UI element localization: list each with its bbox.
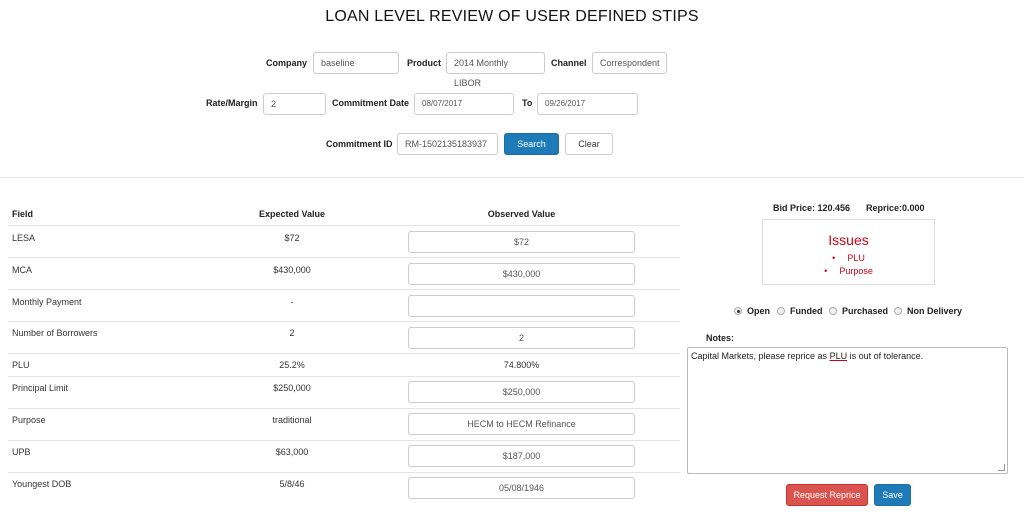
row-observed-input[interactable]: $250,000 bbox=[408, 381, 635, 403]
status-non-delivery-radio[interactable] bbox=[894, 307, 902, 315]
commitment-date-from-input[interactable]: 08/07/2017 bbox=[414, 93, 514, 115]
row-divider bbox=[8, 472, 680, 473]
row-observed-input[interactable]: $187,000 bbox=[408, 445, 635, 467]
channel-label: Channel bbox=[551, 58, 587, 68]
row-field: Principal Limit bbox=[12, 383, 69, 393]
status-non-delivery-label: Non Delivery bbox=[907, 306, 963, 316]
status-purchased-label: Purchased bbox=[842, 306, 889, 316]
row-field: LESA bbox=[12, 233, 36, 243]
row-divider bbox=[8, 321, 680, 322]
channel-input[interactable]: Correspondent bbox=[592, 52, 667, 74]
save-button[interactable]: Save bbox=[874, 484, 911, 506]
notes-text-underlined: PLU bbox=[829, 351, 848, 361]
row-field: UPB bbox=[12, 447, 31, 457]
row-observed-input[interactable]: $430,000 bbox=[408, 263, 635, 285]
status-open-label: Open bbox=[747, 306, 771, 316]
status-open-radio[interactable] bbox=[734, 307, 742, 315]
issues-list: PLU Purpose bbox=[763, 252, 934, 278]
row-divider bbox=[8, 353, 680, 354]
row-field: MCA bbox=[12, 265, 32, 275]
issues-panel: Issues PLU Purpose bbox=[762, 219, 935, 285]
rate-margin-input[interactable]: 2 bbox=[263, 93, 326, 115]
row-observed-text: 74.800% bbox=[503, 360, 540, 370]
bid-price-label: Bid Price: 120.456 bbox=[773, 203, 851, 213]
row-expected: - bbox=[290, 297, 294, 307]
status-funded-label: Funded bbox=[790, 306, 823, 316]
row-expected: $63,000 bbox=[275, 447, 309, 457]
row-observed-input[interactable]: 05/08/1946 bbox=[408, 477, 635, 499]
notes-textarea[interactable]: Capital Markets, please reprice as PLU i… bbox=[687, 347, 1008, 474]
row-divider bbox=[8, 225, 680, 226]
company-input[interactable]: baseline bbox=[313, 52, 399, 74]
to-label: To bbox=[522, 98, 533, 108]
row-divider bbox=[8, 257, 680, 258]
page-title: LOAN LEVEL REVIEW OF USER DEFINED STIPS bbox=[325, 8, 699, 25]
row-observed-input[interactable]: $72 bbox=[408, 231, 635, 253]
row-field: Purpose bbox=[12, 415, 46, 425]
row-expected: traditional bbox=[272, 415, 312, 425]
row-expected: $72 bbox=[284, 233, 300, 243]
observed-value-column-header: Observed Value bbox=[487, 209, 556, 219]
row-field: Youngest DOB bbox=[12, 479, 72, 489]
commitment-id-input[interactable]: RM-1502135183937 bbox=[397, 133, 498, 155]
commitment-date-label: Commitment Date bbox=[332, 98, 410, 108]
notes-label: Notes: bbox=[706, 333, 735, 343]
field-column-header: Field bbox=[12, 209, 34, 219]
issue-item: Purpose bbox=[763, 265, 934, 278]
status-funded-radio[interactable] bbox=[777, 307, 785, 315]
notes-text-after: is out of tolerance. bbox=[847, 351, 924, 361]
row-expected: $250,000 bbox=[273, 383, 311, 393]
row-expected: 25.2% bbox=[279, 360, 305, 370]
reprice-label: Reprice:0.000 bbox=[866, 203, 925, 213]
row-field: PLU bbox=[12, 360, 30, 370]
request-reprice-button[interactable]: Request Reprice bbox=[786, 484, 868, 506]
row-expected: 2 bbox=[289, 328, 295, 338]
issue-item: PLU bbox=[763, 252, 934, 265]
section-divider bbox=[0, 177, 1024, 178]
search-button[interactable]: Search bbox=[504, 133, 559, 155]
rate-margin-label: Rate/Margin bbox=[206, 98, 258, 108]
product-input[interactable]: 2014 Monthly LIBOR bbox=[446, 52, 545, 88]
row-observed-input[interactable] bbox=[408, 295, 635, 317]
issues-title: Issues bbox=[828, 232, 869, 248]
row-divider bbox=[8, 408, 680, 409]
row-divider bbox=[8, 440, 680, 441]
company-label: Company bbox=[266, 58, 308, 68]
status-purchased-radio[interactable] bbox=[829, 307, 837, 315]
row-expected: 5/8/46 bbox=[279, 479, 305, 489]
row-divider bbox=[8, 289, 680, 290]
notes-text-before: Capital Markets, please reprice as bbox=[691, 351, 830, 361]
commitment-id-label: Commitment ID bbox=[326, 139, 393, 149]
row-observed-input[interactable]: 2 bbox=[408, 327, 635, 349]
row-divider bbox=[8, 376, 680, 377]
commitment-date-to-input[interactable]: 09/26/2017 bbox=[537, 93, 638, 115]
expected-value-column-header: Expected Value bbox=[258, 209, 326, 219]
row-field: Monthly Payment bbox=[12, 297, 82, 307]
resize-handle-icon[interactable] bbox=[998, 464, 1005, 471]
product-label: Product bbox=[407, 58, 442, 68]
row-expected: $430,000 bbox=[273, 265, 311, 275]
clear-button[interactable]: Clear bbox=[565, 133, 613, 155]
row-field: Number of Borrowers bbox=[12, 328, 98, 338]
row-observed-input[interactable]: HECM to HECM Refinance bbox=[408, 413, 635, 435]
